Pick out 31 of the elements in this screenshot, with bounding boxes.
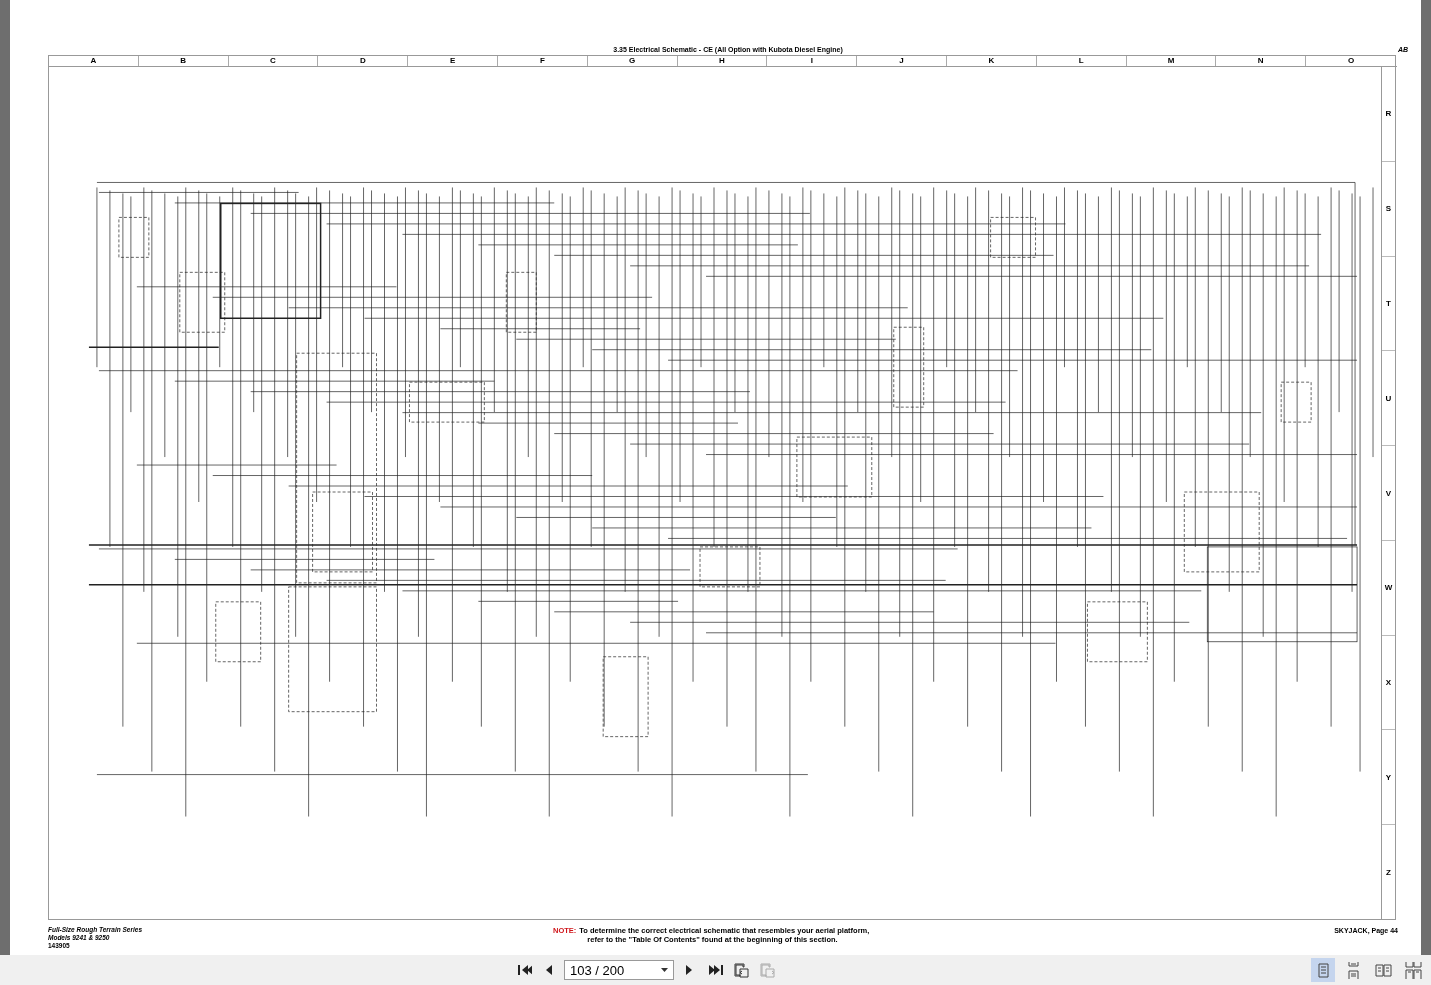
- column-label: F: [498, 56, 588, 66]
- column-label: K: [946, 56, 1037, 66]
- row-label: U: [1382, 351, 1395, 447]
- page-layout-icon: [1404, 961, 1422, 979]
- row-label: X: [1382, 635, 1395, 731]
- column-label: H: [677, 56, 768, 66]
- column-label: O: [1346, 56, 1356, 66]
- row-label: S: [1382, 161, 1395, 257]
- column-label: N: [1216, 56, 1307, 66]
- row-label: Z: [1385, 866, 1392, 879]
- column-label: I: [767, 56, 858, 66]
- column-label: A: [49, 56, 139, 66]
- row-label: V: [1382, 446, 1395, 541]
- page-layout-icon: [1374, 961, 1392, 979]
- row-label: T: [1382, 256, 1395, 352]
- column-label: B: [138, 56, 229, 66]
- row-label: Y: [1382, 730, 1395, 826]
- column-label: J: [857, 56, 947, 66]
- forward-view-icon: [758, 962, 776, 978]
- dropdown-caret-icon: [661, 968, 668, 972]
- column-label: G: [587, 56, 678, 66]
- column-label: D: [318, 56, 409, 66]
- column-label: M: [1126, 56, 1217, 66]
- row-label: R: [1382, 67, 1395, 162]
- column-label: C: [228, 56, 319, 66]
- last-page-icon: [706, 962, 724, 978]
- back-view-icon: [732, 962, 750, 978]
- row-label: W: [1382, 540, 1395, 636]
- column-label: E: [408, 56, 498, 66]
- column-label: L: [1036, 56, 1127, 66]
- page-number-field[interactable]: 103 / 200: [564, 960, 674, 980]
